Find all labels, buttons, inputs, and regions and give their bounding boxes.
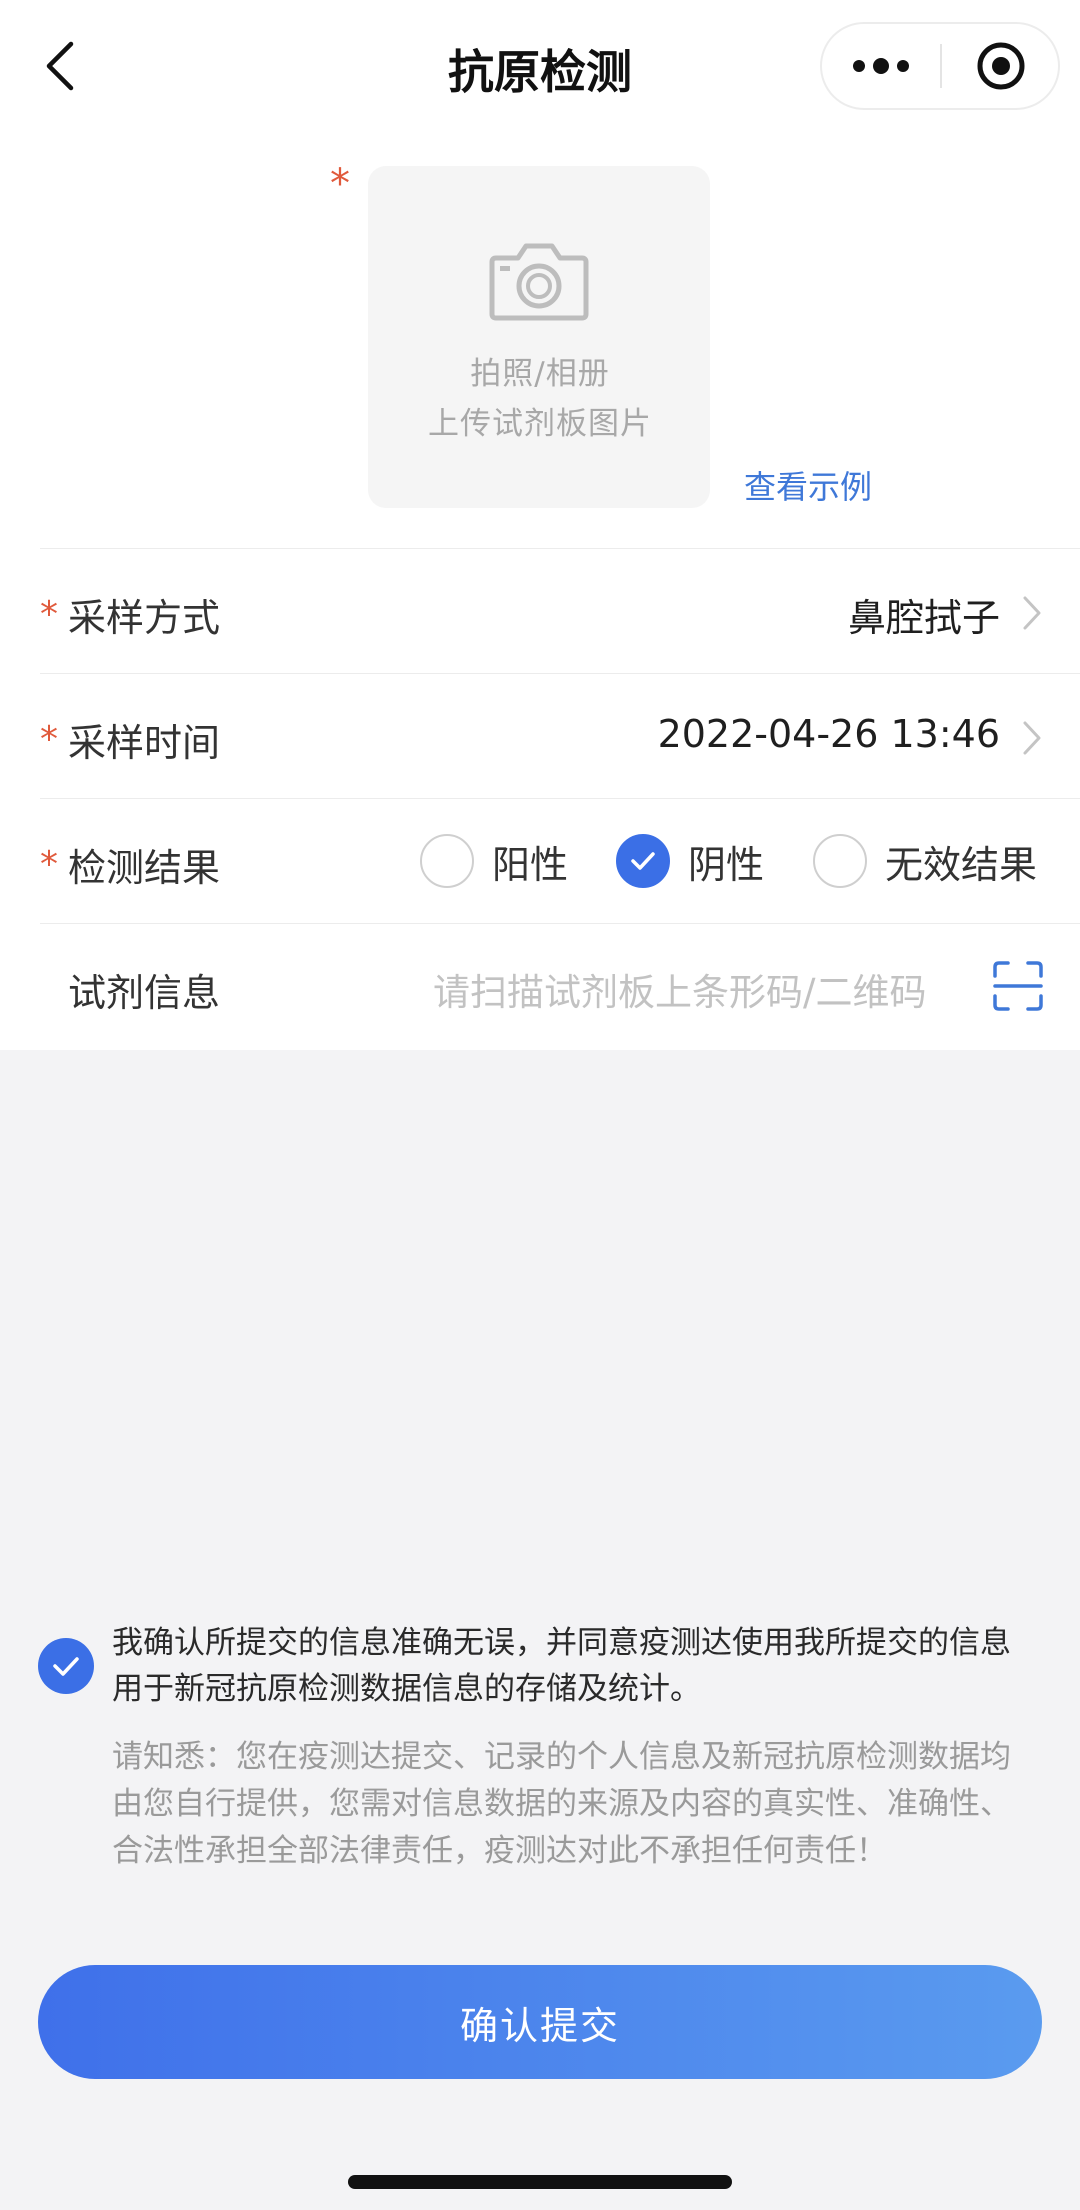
upload-hint-line2: 上传试剂板图片 (428, 406, 652, 442)
scan-icon[interactable] (992, 960, 1044, 1012)
required-star: * (330, 161, 350, 207)
photo-upload-box[interactable] (368, 166, 710, 508)
sampling-time-row[interactable]: * 采样时间 2022-04-26 13:46 (40, 673, 1080, 798)
test-result-label: 检测结果 (68, 846, 221, 890)
required-star: * (40, 594, 58, 635)
reagent-info-row: 试剂信息 请扫描试剂板上条形码/二维码 (40, 923, 1080, 1048)
agreement-checkbox[interactable] (38, 1638, 94, 1694)
target-icon (977, 42, 1025, 90)
radio-circle (813, 834, 867, 888)
miniprogram-capsule (820, 22, 1060, 110)
notice-text: 请知悉：您在疫测达提交、记录的个人信息及新冠抗原检测数据均由您自行提供，您需对信… (112, 1739, 1011, 1869)
radio-label: 阴性 (688, 842, 765, 887)
radio-negative[interactable]: 阴性 (616, 831, 764, 891)
close-miniprogram-button[interactable] (942, 24, 1060, 108)
form-card: 抗原检测 * 拍照/相册 上传试剂板图片 查看示例 * 采样方式 鼻腔拭子 * … (0, 0, 1080, 1050)
sampling-method-label: 采样方式 (68, 596, 221, 640)
radio-circle (420, 834, 474, 888)
sampling-method-value: 鼻腔拭子 (847, 596, 1000, 640)
check-icon (53, 1657, 79, 1676)
radio-circle-checked (616, 834, 670, 888)
antigen-test-page: 抗原检测 * 拍照/相册 上传试剂板图片 查看示例 * 采样方式 鼻腔拭子 * … (0, 0, 1080, 2210)
check-icon (631, 852, 655, 870)
radio-positive[interactable]: 阳性 (420, 831, 568, 891)
chevron-right-icon (1023, 721, 1041, 755)
more-button[interactable] (822, 24, 940, 108)
required-star: * (40, 719, 58, 760)
submit-button[interactable]: 确认提交 (38, 1965, 1042, 2079)
radio-label: 阳性 (492, 842, 569, 887)
nav-bar: 抗原检测 (0, 0, 1080, 132)
required-star: * (40, 844, 58, 885)
sampling-time-label: 采样时间 (68, 721, 221, 765)
test-result-radio-group: 阳性 阴性 无效结果 (420, 831, 1080, 891)
sampling-method-row[interactable]: * 采样方式 鼻腔拭子 (40, 548, 1080, 673)
agreement-text: 我确认所提交的信息准确无误，并同意疫测达使用我所提交的信息用于新冠抗原检测数据信… (112, 1625, 1011, 1707)
reagent-info-label: 试剂信息 (68, 971, 221, 1015)
radio-invalid[interactable]: 无效结果 (813, 831, 1037, 891)
chevron-right-icon (1023, 596, 1041, 630)
test-result-row: * 检测结果 阳性 阴性 无效结果 (40, 798, 1080, 923)
view-example-link[interactable]: 查看示例 (744, 462, 872, 508)
sampling-time-value: 2022-04-26 13:46 (657, 712, 1000, 756)
more-dots-icon (853, 58, 909, 74)
camera-icon (489, 243, 589, 321)
upload-hint-line1: 拍照/相册 (470, 356, 610, 392)
home-indicator (348, 2175, 732, 2189)
reagent-input[interactable]: 请扫描试剂板上条形码/二维码 (433, 962, 926, 1016)
radio-label: 无效结果 (885, 842, 1038, 887)
